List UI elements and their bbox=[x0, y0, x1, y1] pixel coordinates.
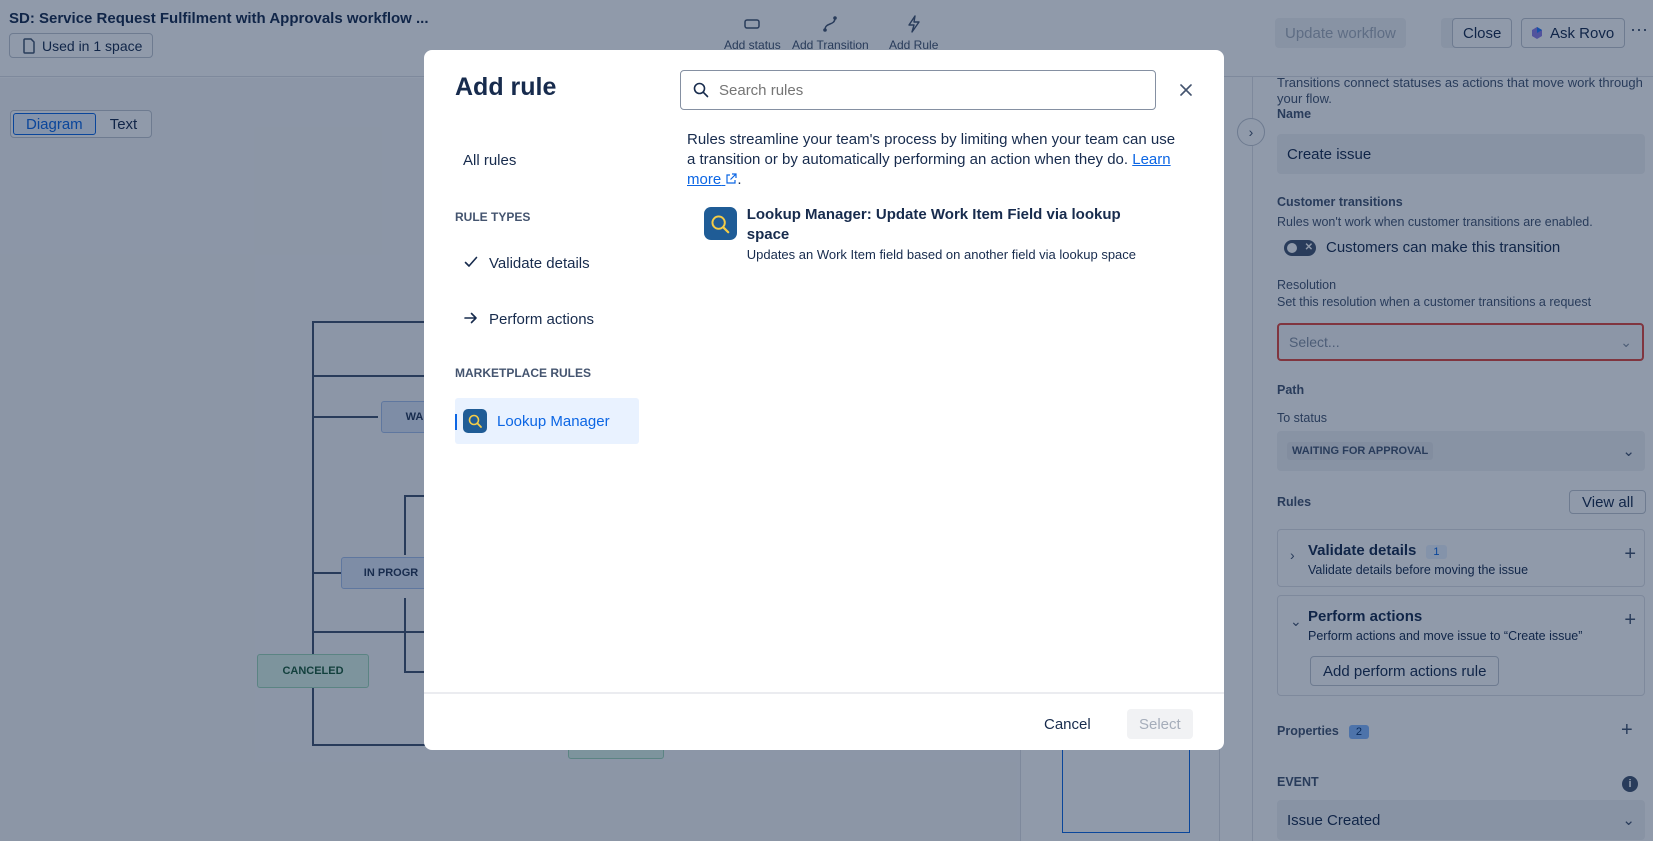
select-button[interactable]: Select bbox=[1127, 709, 1193, 739]
close-icon bbox=[1180, 84, 1192, 96]
search-rules-field[interactable] bbox=[680, 70, 1156, 110]
rules-intro: Rules streamline your team's process by … bbox=[687, 131, 1176, 188]
search-icon bbox=[693, 82, 709, 98]
cancel-button[interactable]: Cancel bbox=[1034, 709, 1101, 739]
rule-result-title: Lookup Manager: Update Work Item Field v… bbox=[746, 206, 1121, 243]
rule-result-text: Lookup Manager: Update Work Item Field v… bbox=[747, 205, 1164, 262]
nav-lookup-label: Lookup Manager bbox=[497, 412, 610, 430]
rules-intro-text: Rules streamline your team's process by … bbox=[687, 131, 1176, 168]
nav-perform-actions[interactable]: Perform actions bbox=[455, 296, 639, 342]
rule-types-heading: RULE TYPES bbox=[455, 210, 531, 224]
marketplace-rules-heading: MARKETPLACE RULES bbox=[455, 366, 592, 380]
lookup-manager-logo-icon bbox=[463, 409, 487, 433]
nav-lookup-manager[interactable]: Lookup Manager bbox=[455, 398, 639, 444]
close-modal-button[interactable] bbox=[1174, 78, 1198, 102]
arrow-right-icon bbox=[463, 311, 479, 328]
nav-perform-label: Perform actions bbox=[489, 310, 595, 328]
rule-result-desc: Updates an Work Item field based on anot… bbox=[746, 247, 1137, 262]
nav-validate-details[interactable]: Validate details bbox=[455, 240, 639, 286]
modal-title: Add rule bbox=[455, 73, 557, 101]
add-rule-modal: Add rule All rules RULE TYPES Validate d… bbox=[424, 50, 1224, 750]
external-link-icon bbox=[726, 173, 737, 184]
search-rules-input[interactable] bbox=[719, 81, 1119, 99]
modal-footer: Cancel Select bbox=[424, 692, 1224, 750]
nav-all-rules[interactable]: All rules bbox=[455, 137, 639, 183]
rule-result-lookup-manager[interactable]: Lookup Manager: Update Work Item Field v… bbox=[704, 205, 1164, 262]
nav-validate-label: Validate details bbox=[489, 254, 590, 272]
lookup-manager-logo-icon bbox=[704, 207, 737, 240]
checkmark-icon bbox=[463, 255, 479, 272]
